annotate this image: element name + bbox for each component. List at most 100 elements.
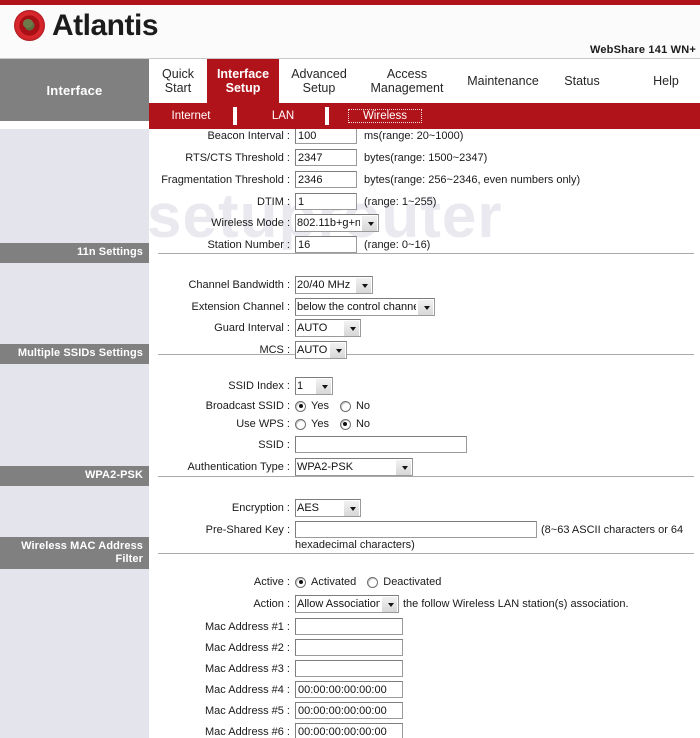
atlantis-swirl-logo-icon <box>14 10 45 41</box>
pre-shared-key-input[interactable] <box>295 521 537 538</box>
row-ssid-index: SSID Index : 1 <box>149 377 569 395</box>
authentication-type-select[interactable]: WPA2-PSK <box>295 458 413 476</box>
mac-address-4-label: Mac Address #4 : <box>205 683 290 696</box>
section-band-mac-filter-line2: Filter <box>115 552 143 565</box>
station-number-input[interactable] <box>295 236 357 253</box>
use-wps-no-radio[interactable] <box>339 418 351 430</box>
authentication-type-label: Authentication Type : <box>187 461 290 473</box>
row-rts-cts-threshold: RTS/CTS Threshold : bytes(range: 1500~23… <box>149 149 609 166</box>
brand-logo: Atlantis <box>14 10 159 41</box>
encryption-select[interactable]: AES <box>295 499 361 517</box>
main-tab-bar: Quick Start Interface Setup Advanced Set… <box>149 59 700 103</box>
tab-quick-start[interactable]: Quick Start <box>149 59 207 103</box>
row-pre-shared-key-hint2: hexadecimal characters) <box>295 539 415 551</box>
subtab-wireless[interactable]: Wireless <box>347 108 423 124</box>
use-wps-yes-radio[interactable] <box>295 418 306 430</box>
dtim-input[interactable] <box>295 193 357 210</box>
use-wps-no-label: No <box>355 418 371 430</box>
mac-filter-active-label: Active : <box>253 576 290 588</box>
use-wps-label: Use WPS : <box>236 418 290 430</box>
mac-filter-activated-label: Activated <box>311 576 357 588</box>
subtab-lan[interactable]: LAN <box>241 108 325 124</box>
mac-address-5-input[interactable] <box>295 702 403 719</box>
ssid-index-label: SSID Index : <box>228 380 290 392</box>
guard-interval-select[interactable]: AUTO <box>295 319 361 337</box>
beacon-interval-hint: ms(range: 20~1000) <box>364 129 464 142</box>
beacon-interval-input[interactable] <box>295 129 357 144</box>
separator-wpa2-psk <box>158 476 694 477</box>
tab-access-management[interactable]: Access Management <box>359 59 455 103</box>
separator-11n <box>158 253 694 254</box>
device-model-label: WebShare 141 WN+ <box>589 44 696 56</box>
ssid-index-select[interactable]: 1 <box>295 377 333 395</box>
ssid-input[interactable] <box>295 436 467 453</box>
mcs-select-wrap: AUTO <box>295 341 347 359</box>
mac-address-6-input[interactable] <box>295 723 403 738</box>
form-content: setuprouter Beacon Interval : ms(range: … <box>149 129 700 738</box>
row-mac-address-6: Mac Address #6 : <box>149 723 569 738</box>
navigation: Interface Quick Start Interface Setup Ad… <box>0 59 700 129</box>
router-admin-page: Atlantis WebShare 141 WN+ Interface Quic… <box>0 0 700 738</box>
row-use-wps: Use WPS : Yes No <box>149 418 569 430</box>
fragmentation-threshold-label: Fragmentation Threshold : <box>161 173 290 186</box>
row-channel-bandwidth: Channel Bandwidth : 20/40 MHz <box>149 276 569 294</box>
wireless-mode-select[interactable]: 802.11b+g+n <box>295 214 379 232</box>
row-ssid: SSID : <box>149 436 619 453</box>
tab-advanced-setup[interactable]: Advanced Setup <box>279 59 359 103</box>
section-band-11n: 11n Settings <box>0 243 149 263</box>
rts-cts-threshold-label: RTS/CTS Threshold : <box>185 151 290 164</box>
mac-address-3-label: Mac Address #3 : <box>205 662 290 675</box>
row-mac-filter-active: Active : Activated Deactivated <box>149 576 569 588</box>
row-mcs: MCS : AUTO <box>149 341 569 359</box>
tab-help[interactable]: Help <box>634 59 698 103</box>
mac-address-5-label: Mac Address #5 : <box>205 704 290 717</box>
pre-shared-key-label: Pre-Shared Key : <box>205 523 290 536</box>
row-fragmentation-threshold: Fragmentation Threshold : bytes(range: 2… <box>149 171 689 188</box>
tab-maintenance[interactable]: Maintenance <box>455 59 551 103</box>
subtab-divider <box>233 107 237 125</box>
broadcast-ssid-yes-label: Yes <box>311 400 329 412</box>
rts-cts-threshold-input[interactable] <box>295 149 357 166</box>
broadcast-ssid-label: Broadcast SSID : <box>205 400 290 412</box>
row-wireless-mode: Wireless Mode : 802.11b+g+n <box>149 214 569 232</box>
subtab-internet[interactable]: Internet <box>149 108 233 124</box>
broadcast-ssid-no-radio[interactable] <box>339 400 351 412</box>
row-mac-filter-action: Action : Allow Association the follow Wi… <box>149 595 689 613</box>
mac-filter-action-select-wrap: Allow Association <box>295 595 399 613</box>
row-broadcast-ssid: Broadcast SSID : Yes No <box>149 400 569 412</box>
sub-tab-bar: Internet LAN Wireless <box>149 103 700 129</box>
mac-address-2-input[interactable] <box>295 639 403 656</box>
mac-filter-deactivated-label: Deactivated <box>383 576 442 588</box>
authentication-type-select-wrap: WPA2-PSK <box>295 458 413 476</box>
mac-filter-action-hint: the follow Wireless LAN station(s) assoc… <box>403 598 629 610</box>
row-mac-address-1: Mac Address #1 : <box>149 618 569 635</box>
row-authentication-type: Authentication Type : WPA2-PSK <box>149 458 619 476</box>
guard-interval-label: Guard Interval : <box>214 322 290 334</box>
extension-channel-select-wrap: below the control channel <box>295 298 435 316</box>
mac-address-1-input[interactable] <box>295 618 403 635</box>
row-extension-channel: Extension Channel : below the control ch… <box>149 298 589 316</box>
encryption-select-wrap: AES <box>295 499 361 517</box>
extension-channel-select[interactable]: below the control channel <box>295 298 435 316</box>
mcs-select[interactable]: AUTO <box>295 341 347 359</box>
station-number-hint: (range: 0~16) <box>364 238 431 251</box>
mac-filter-action-select[interactable]: Allow Association <box>295 595 399 613</box>
row-pre-shared-key: Pre-Shared Key : (8~63 ASCII characters … <box>149 521 699 538</box>
row-encryption: Encryption : AES <box>149 499 569 517</box>
channel-bandwidth-select[interactable]: 20/40 MHz <box>295 276 373 294</box>
mac-address-3-input[interactable] <box>295 660 403 677</box>
mac-filter-activated-radio[interactable] <box>295 576 306 588</box>
tab-interface-setup[interactable]: Interface Setup <box>207 59 279 103</box>
brand-header: Atlantis WebShare 141 WN+ <box>0 5 700 59</box>
mac-address-4-input[interactable] <box>295 681 403 698</box>
section-band-wpa2-psk: WPA2-PSK <box>0 466 149 486</box>
mac-filter-deactivated-radio[interactable] <box>367 576 379 588</box>
mcs-label: MCS : <box>259 344 290 356</box>
broadcast-ssid-radio-group: Yes No <box>295 400 378 412</box>
tab-status[interactable]: Status <box>551 59 613 103</box>
wireless-mode-label: Wireless Mode : <box>211 217 290 229</box>
fragmentation-threshold-input[interactable] <box>295 171 357 188</box>
section-rail <box>0 129 149 738</box>
ssid-index-select-wrap: 1 <box>295 377 333 395</box>
broadcast-ssid-yes-radio[interactable] <box>295 400 306 412</box>
